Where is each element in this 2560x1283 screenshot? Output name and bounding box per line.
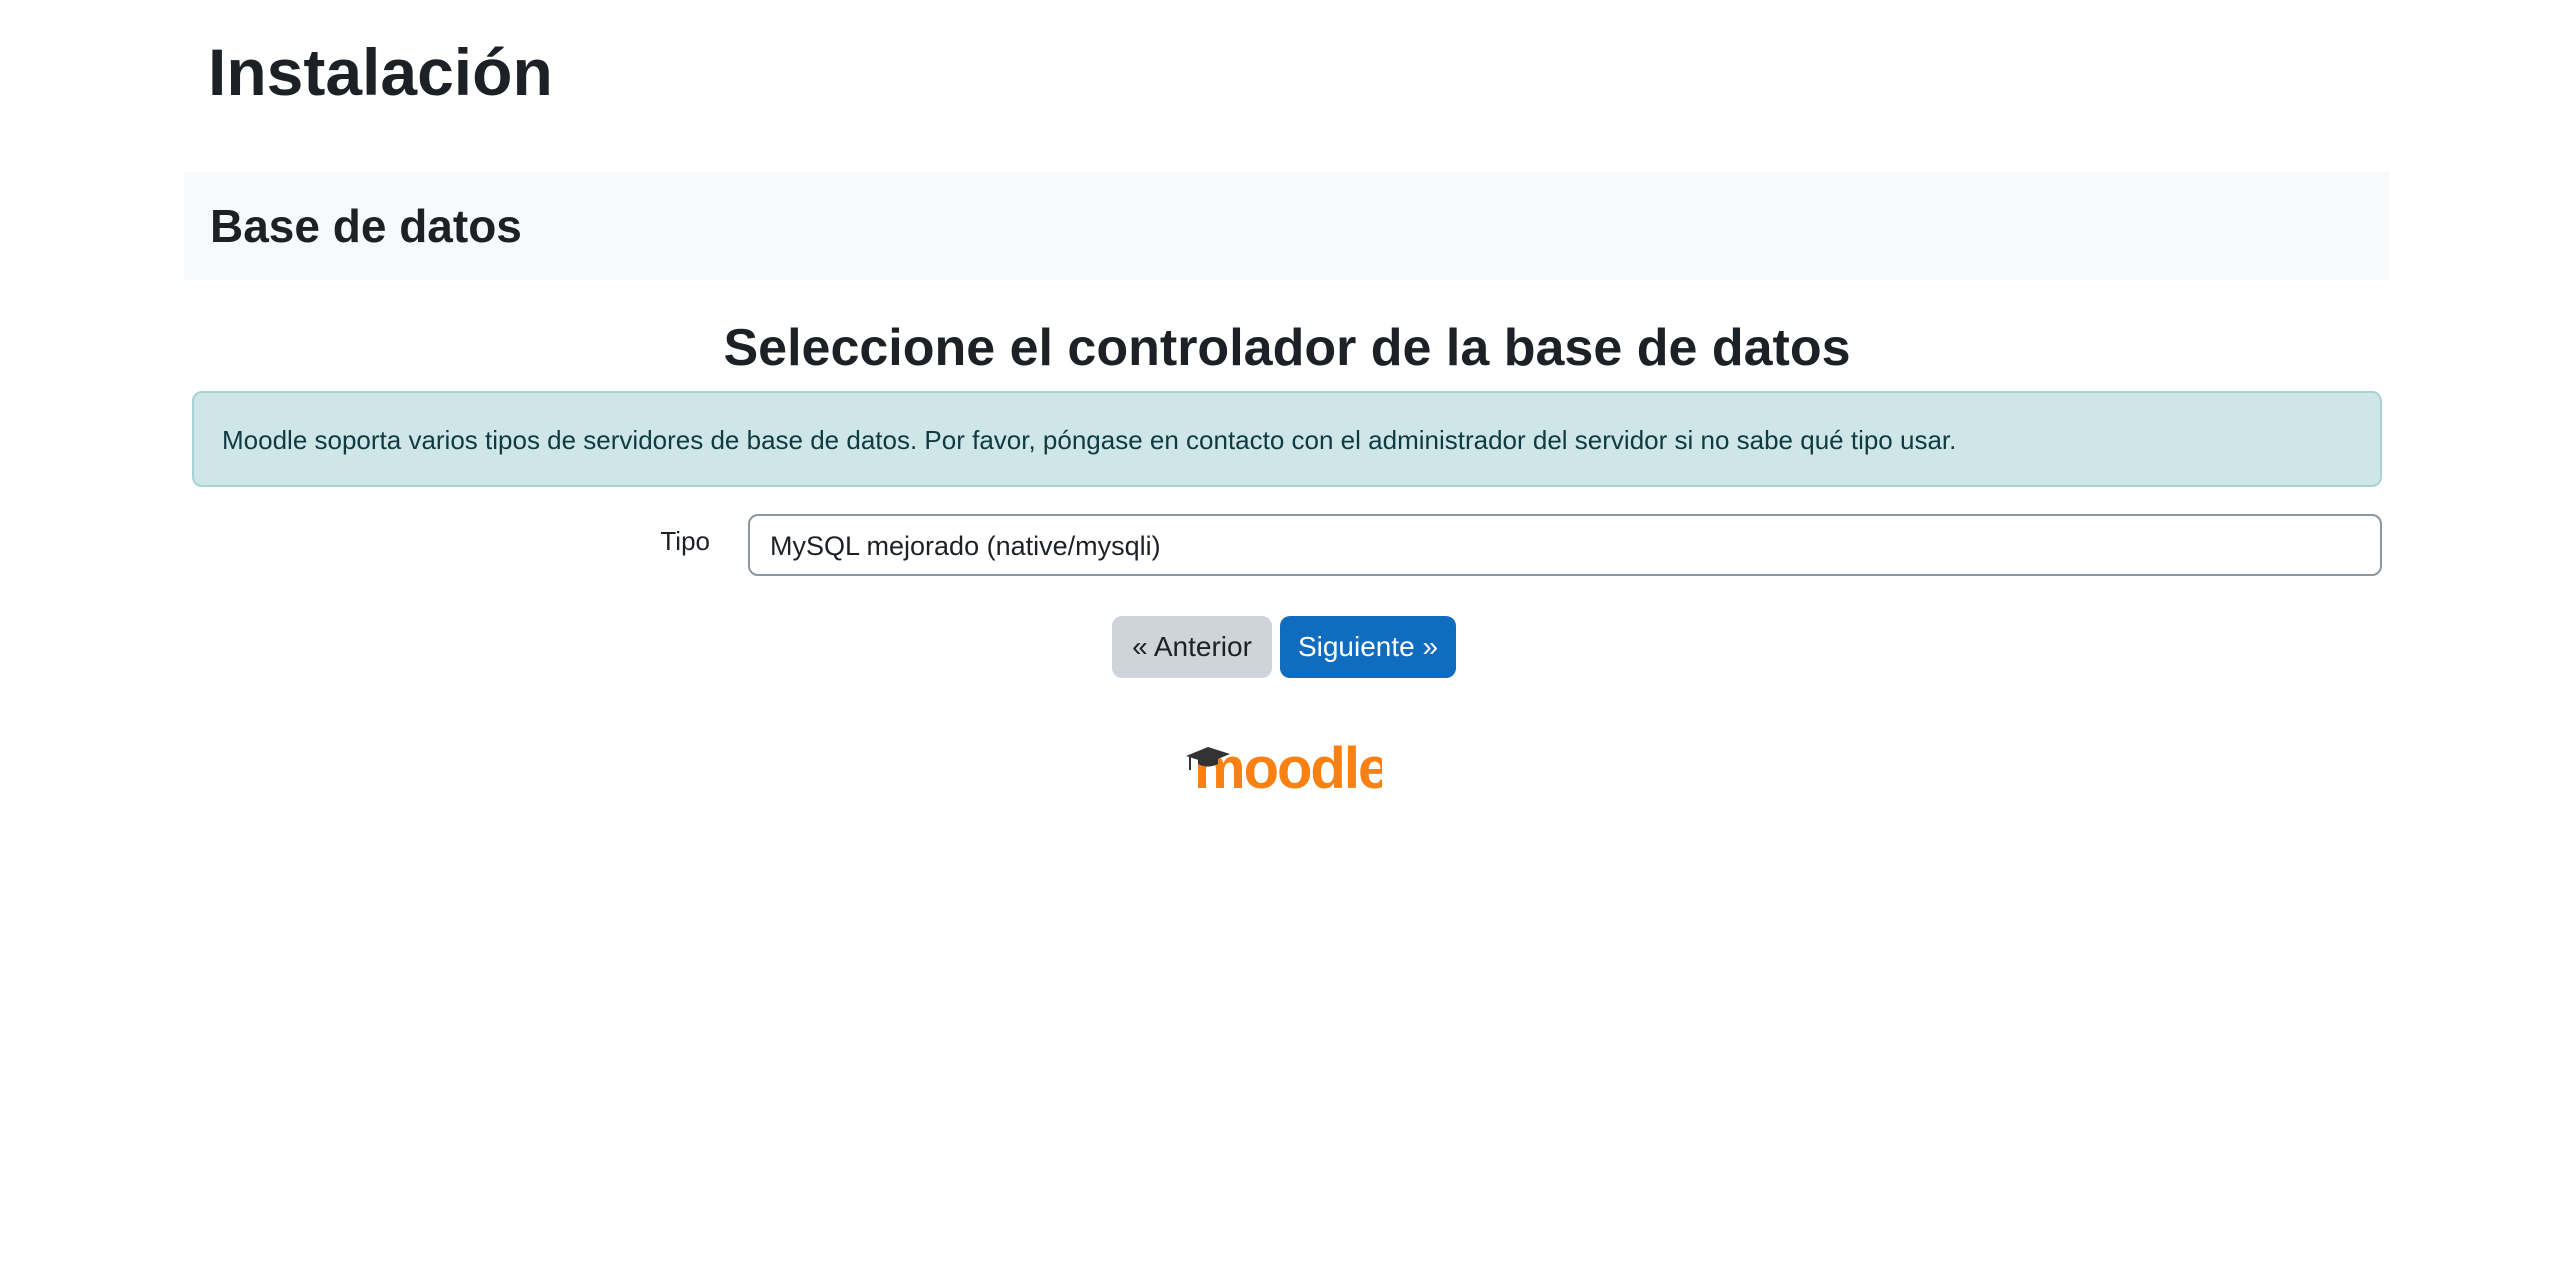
page-title: Instalación (208, 35, 553, 109)
main-heading: Seleccione el controlador de la base de … (723, 319, 1851, 377)
section-header: Base de datos (184, 172, 2390, 280)
moodle-logo: moodle (1186, 736, 1382, 796)
info-alert-text: Moodle soporta varios tipos de servidore… (222, 425, 1957, 455)
previous-button[interactable]: « Anterior (1112, 616, 1272, 678)
installation-page: Instalación Base de datos Seleccione el … (0, 0, 2560, 1283)
next-button[interactable]: Siguiente » (1280, 616, 1456, 678)
type-select[interactable]: MySQL mejorado (native/mysqli) (748, 514, 2382, 576)
info-alert: Moodle soporta varios tipos de servidore… (192, 391, 2382, 487)
moodle-logo-text: moodle (1194, 736, 1382, 796)
section-title: Base de datos (210, 200, 522, 252)
type-label: Tipo (660, 526, 710, 556)
type-select-value: MySQL mejorado (native/mysqli) (770, 531, 1161, 561)
